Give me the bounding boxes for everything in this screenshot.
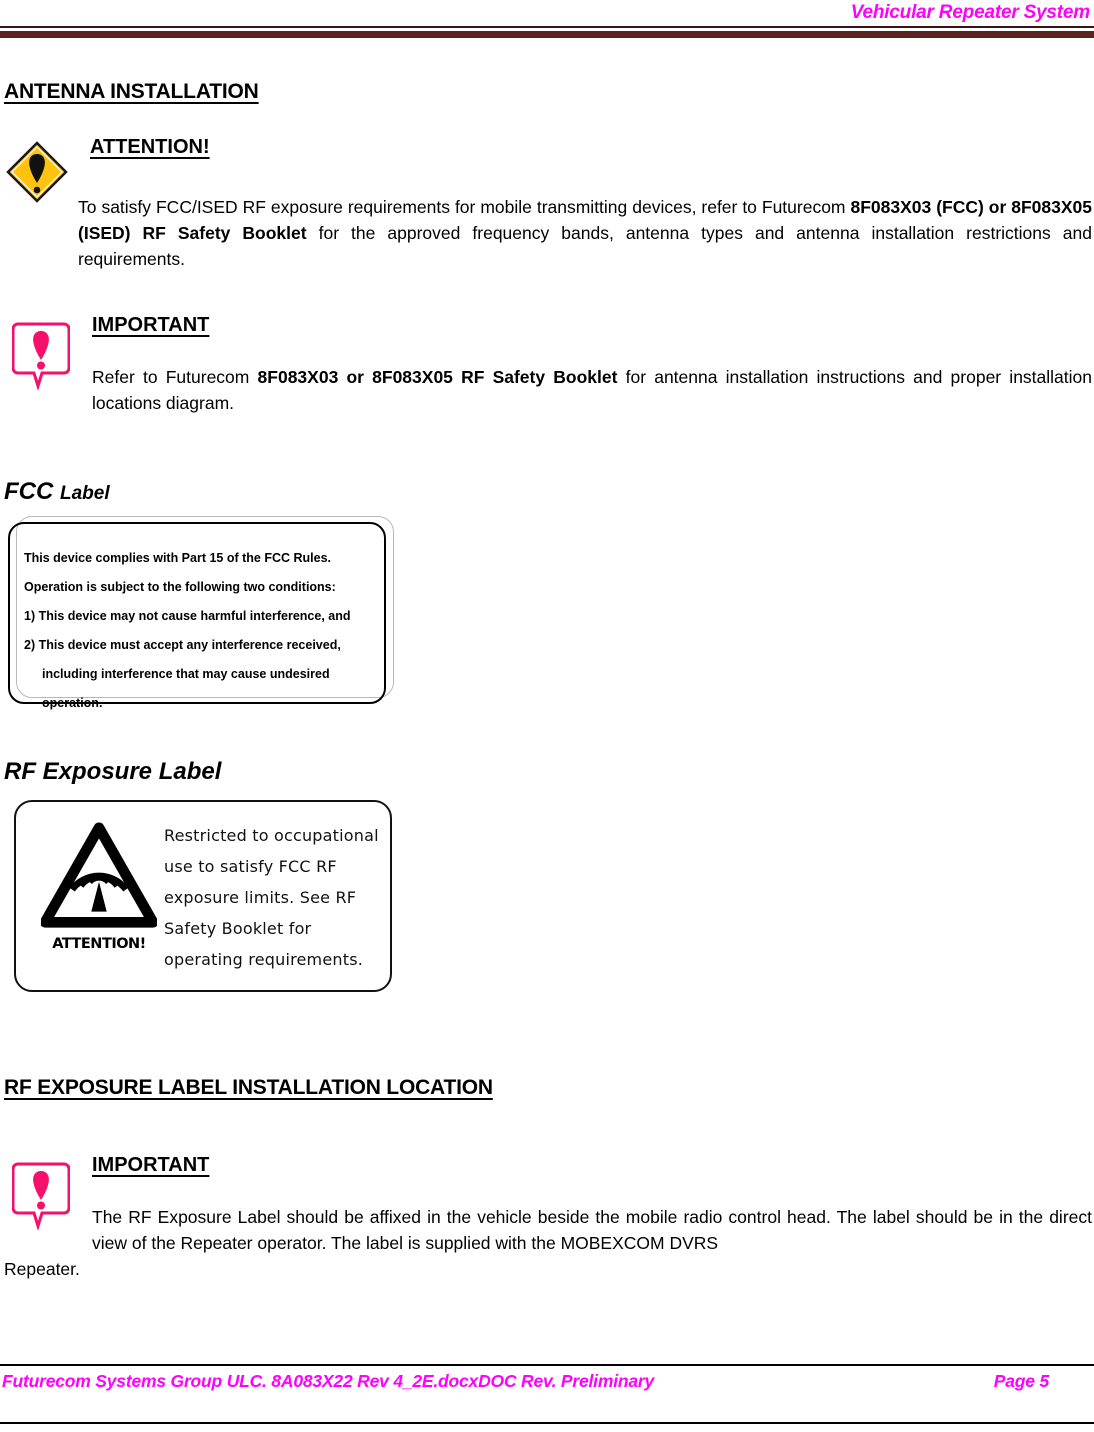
heading-rf-exposure-label-installation-location: RF EXPOSURE LABEL INSTALLATION LOCATION: [4, 1076, 493, 1099]
rf-exposure-label-text: Restricted to occupational use to satisf…: [164, 826, 379, 969]
heading-rf-exposure-label: RF Exposure Label: [4, 758, 222, 785]
fcc-label-text-block: This device complies with Part 15 of the…: [8, 522, 386, 718]
important-bubble-icon: [11, 1160, 71, 1232]
heading-fcc-label: FCC Label: [4, 478, 110, 506]
heading-antenna-installation: ANTENNA INSTALLATION: [4, 80, 259, 103]
important-callout-1-title: IMPORTANT: [92, 314, 210, 336]
rf-exposure-icon-group: ATTENTION!: [38, 822, 160, 952]
page-header: Vehicular Repeater System: [0, 0, 1094, 38]
important-callout-1-body: Refer to Futurecom 8F083X03 or 8F083X05 …: [92, 364, 1092, 416]
attention-body-part1: To satisfy FCC/ISED RF exposure requirem…: [78, 197, 851, 217]
fcc-label-line: operation.: [42, 696, 103, 710]
important-1-body-bold: 8F083X03 or 8F083X05 RF Safety Booklet: [257, 367, 618, 387]
fcc-label-line: including interference that may cause un…: [42, 667, 330, 681]
heading-fcc-label-part1: FCC: [4, 478, 60, 505]
footer-rule-bottom: [0, 1422, 1094, 1424]
header-title: Vehicular Repeater System: [850, 2, 1091, 23]
page-footer: Futurecom Systems Group ULC. 8A083X22 Re…: [0, 1364, 1094, 1424]
footer-page-number: Page 5: [993, 1371, 1049, 1391]
header-rule-thick: [0, 31, 1094, 38]
footer-document-reference: Futurecom Systems Group ULC. 8A083X22 Re…: [2, 1371, 655, 1391]
attention-diamond-icon: [5, 140, 69, 204]
fcc-label-line: Operation is subject to the following tw…: [24, 580, 336, 594]
important-1-body-part1: Refer to Futurecom: [92, 367, 258, 387]
fcc-label-line: 2) This device must accept any interfere…: [24, 638, 341, 652]
attention-callout-title: ATTENTION!: [90, 136, 210, 158]
document-page: Vehicular Repeater System ANTENNA INSTAL…: [0, 0, 1094, 1432]
rf-exposure-icon-caption: ATTENTION!: [52, 936, 146, 952]
important-bubble-icon: [11, 320, 71, 392]
important-callout-2-title: IMPORTANT: [92, 1154, 210, 1176]
important-callout-2-body: The RF Exposure Label should be affixed …: [92, 1207, 1092, 1253]
important-callout-2-body-overflow: Repeater.: [4, 1259, 80, 1279]
fcc-label-line: 1) This device may not cause harmful int…: [24, 609, 351, 623]
rf-radiation-triangle-icon: [39, 822, 159, 928]
fcc-label-line: This device complies with Part 15 of the…: [24, 551, 332, 565]
attention-callout-body: To satisfy FCC/ISED RF exposure requirem…: [78, 194, 1092, 272]
heading-fcc-label-part2: Label: [60, 483, 110, 504]
rf-exposure-label-box: ATTENTION! Restricted to occupational us…: [14, 800, 392, 992]
